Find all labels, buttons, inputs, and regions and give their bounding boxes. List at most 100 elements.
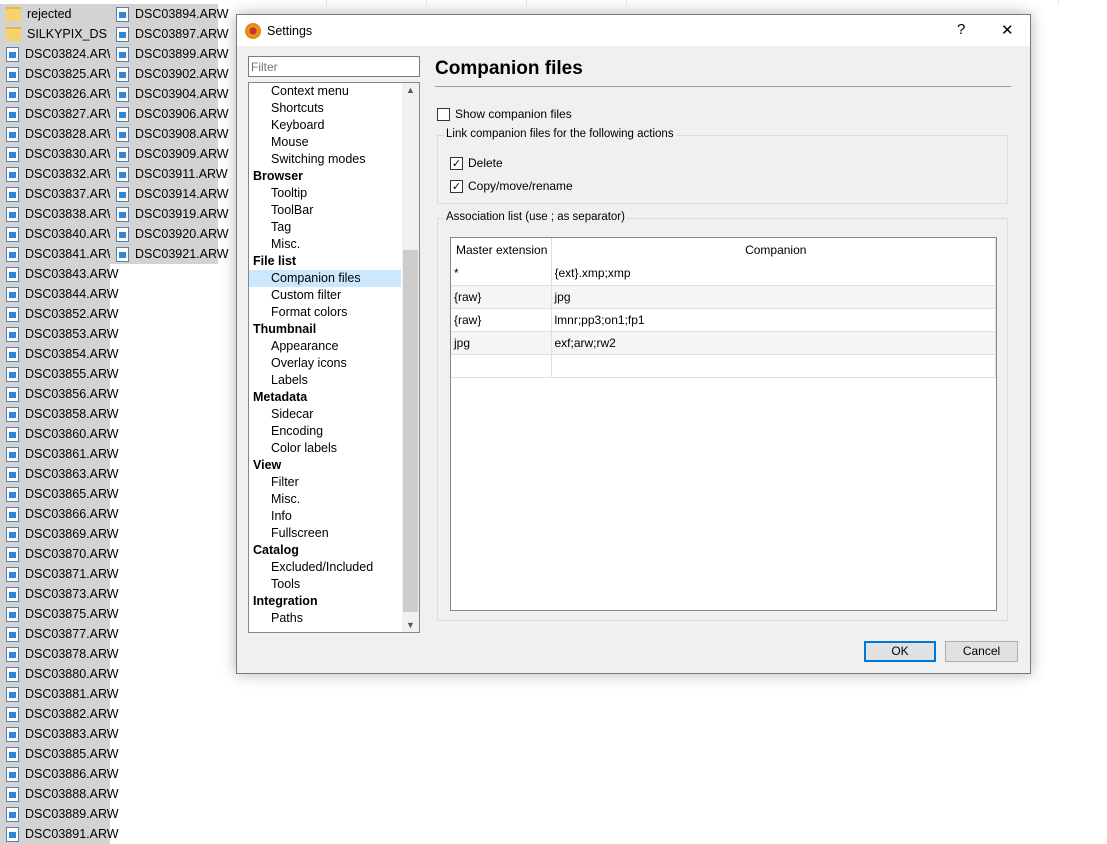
- tree-item[interactable]: Color labels: [249, 440, 401, 457]
- tree-category[interactable]: Integration: [249, 593, 401, 610]
- file-item[interactable]: DSC03904.ARW: [110, 84, 229, 104]
- master-extension-cell[interactable]: {raw}: [451, 308, 552, 332]
- file-item[interactable]: DSC03880.ARW: [0, 664, 119, 684]
- file-item[interactable]: DSC03891.ARW: [0, 824, 119, 844]
- file-item[interactable]: DSC03824.ARW: [0, 44, 119, 64]
- file-item[interactable]: DSC03921.ARW: [110, 244, 229, 264]
- companion-cell[interactable]: exf;arw;rw2: [551, 331, 996, 355]
- close-button[interactable]: ✕: [1001, 21, 1014, 39]
- table-row[interactable]: {raw} jpg: [451, 285, 996, 309]
- tree-item[interactable]: Fullscreen: [249, 525, 401, 542]
- tree-item[interactable]: Tools: [249, 576, 401, 593]
- filter-input[interactable]: [248, 56, 420, 77]
- master-extension-cell[interactable]: jpg: [451, 331, 552, 355]
- file-item[interactable]: DSC03889.ARW: [0, 804, 119, 824]
- file-item[interactable]: DSC03852.ARW: [0, 304, 119, 324]
- table-row[interactable]: [451, 354, 996, 378]
- delete-checkbox[interactable]: ✓ Delete: [450, 156, 503, 171]
- file-item[interactable]: DSC03841.ARW: [0, 244, 119, 264]
- companion-cell[interactable]: lmnr;pp3;on1;fp1: [551, 308, 996, 332]
- master-extension-cell[interactable]: [451, 354, 552, 378]
- tree-item[interactable]: Tooltip: [249, 185, 401, 202]
- file-item[interactable]: DSC03885.ARW: [0, 744, 119, 764]
- file-item[interactable]: DSC03869.ARW: [0, 524, 119, 544]
- file-item[interactable]: DSC03858.ARW: [0, 404, 119, 424]
- file-item[interactable]: DSC03843.ARW: [0, 264, 119, 284]
- table-row[interactable]: jpg exf;arw;rw2: [451, 331, 996, 355]
- tree-item[interactable]: Custom filter: [249, 287, 401, 304]
- file-item[interactable]: DSC03914.ARW: [110, 184, 229, 204]
- file-item[interactable]: DSC03828.ARW: [0, 124, 119, 144]
- file-item[interactable]: DSC03860.ARW: [0, 424, 119, 444]
- file-item[interactable]: DSC03883.ARW: [0, 724, 119, 744]
- file-item[interactable]: DSC03894.ARW: [110, 4, 229, 24]
- tree-item[interactable]: Paths: [249, 610, 401, 627]
- copy-move-rename-checkbox[interactable]: ✓ Copy/move/rename: [450, 179, 573, 194]
- ok-button[interactable]: OK: [864, 641, 936, 662]
- file-item[interactable]: DSC03888.ARW: [0, 784, 119, 804]
- file-item[interactable]: SILKYPIX_DS: [0, 24, 110, 44]
- file-item[interactable]: DSC03825.ARW: [0, 64, 119, 84]
- table-row[interactable]: {raw} lmnr;pp3;on1;fp1: [451, 308, 996, 332]
- tree-item[interactable]: Encoding: [249, 423, 401, 440]
- master-extension-cell[interactable]: {raw}: [451, 285, 552, 309]
- file-item[interactable]: DSC03906.ARW: [110, 104, 229, 124]
- scroll-thumb[interactable]: [403, 250, 418, 612]
- master-extension-cell[interactable]: *: [451, 262, 552, 286]
- file-item[interactable]: DSC03863.ARW: [0, 464, 119, 484]
- companion-cell[interactable]: {ext}.xmp;xmp: [551, 262, 996, 286]
- file-item[interactable]: DSC03844.ARW: [0, 284, 119, 304]
- file-item[interactable]: DSC03882.ARW: [0, 704, 119, 724]
- file-item[interactable]: DSC03870.ARW: [0, 544, 119, 564]
- cancel-button[interactable]: Cancel: [945, 641, 1018, 662]
- file-item[interactable]: DSC03877.ARW: [0, 624, 119, 644]
- tree-category[interactable]: Metadata: [249, 389, 401, 406]
- show-companion-checkbox[interactable]: Show companion files: [437, 107, 572, 122]
- file-item[interactable]: DSC03838.ARW: [0, 204, 119, 224]
- tree-item[interactable]: Excluded/Included: [249, 559, 401, 576]
- file-item[interactable]: DSC03840.ARW: [0, 224, 119, 244]
- tree-item[interactable]: Context menu: [249, 83, 401, 100]
- scroll-up-icon[interactable]: ▲: [402, 85, 419, 95]
- tree-item[interactable]: Keyboard: [249, 117, 401, 134]
- file-item[interactable]: rejected: [0, 4, 110, 24]
- file-item[interactable]: DSC03902.ARW: [110, 64, 229, 84]
- tree-item[interactable]: Format colors: [249, 304, 401, 321]
- tree-item[interactable]: Mouse: [249, 134, 401, 151]
- checkmark-icon[interactable]: ✓: [450, 180, 463, 194]
- tree-item[interactable]: Labels: [249, 372, 401, 389]
- file-item[interactable]: DSC03873.ARW: [0, 584, 119, 604]
- tree-item[interactable]: Info: [249, 508, 401, 525]
- tree-item[interactable]: Misc.: [249, 236, 401, 253]
- help-button[interactable]: ?: [957, 21, 965, 38]
- file-item[interactable]: DSC03911.ARW: [110, 164, 228, 184]
- file-item[interactable]: DSC03832.ARW: [0, 164, 119, 184]
- file-item[interactable]: DSC03865.ARW: [0, 484, 119, 504]
- companion-cell[interactable]: jpg: [551, 285, 996, 309]
- file-item[interactable]: DSC03827.ARW: [0, 104, 119, 124]
- column-header-master[interactable]: Master extension: [451, 238, 552, 262]
- file-item[interactable]: DSC03830.ARW: [0, 144, 119, 164]
- file-item[interactable]: DSC03899.ARW: [110, 44, 229, 64]
- tree-item[interactable]: Shortcuts: [249, 100, 401, 117]
- checkmark-icon[interactable]: ✓: [450, 157, 463, 171]
- file-item[interactable]: DSC03871.ARW: [0, 564, 119, 584]
- companion-cell[interactable]: [551, 354, 996, 378]
- tree-item[interactable]: Sidecar: [249, 406, 401, 423]
- tree-item[interactable]: Misc.: [249, 491, 401, 508]
- tree-category[interactable]: Browser: [249, 168, 401, 185]
- file-item[interactable]: DSC03878.ARW: [0, 644, 119, 664]
- file-item[interactable]: DSC03886.ARW: [0, 764, 119, 784]
- file-item[interactable]: DSC03856.ARW: [0, 384, 119, 404]
- table-row[interactable]: * {ext}.xmp;xmp: [451, 262, 996, 286]
- tree-category[interactable]: File list: [249, 253, 401, 270]
- file-item[interactable]: DSC03866.ARW: [0, 504, 119, 524]
- file-item[interactable]: DSC03897.ARW: [110, 24, 229, 44]
- tree-item[interactable]: Switching modes: [249, 151, 401, 168]
- file-item[interactable]: DSC03881.ARW: [0, 684, 119, 704]
- file-item[interactable]: DSC03853.ARW: [0, 324, 119, 344]
- file-item[interactable]: DSC03861.ARW: [0, 444, 119, 464]
- tree-item[interactable]: Appearance: [249, 338, 401, 355]
- tree-item[interactable]: ToolBar: [249, 202, 401, 219]
- file-item[interactable]: DSC03920.ARW: [110, 224, 229, 244]
